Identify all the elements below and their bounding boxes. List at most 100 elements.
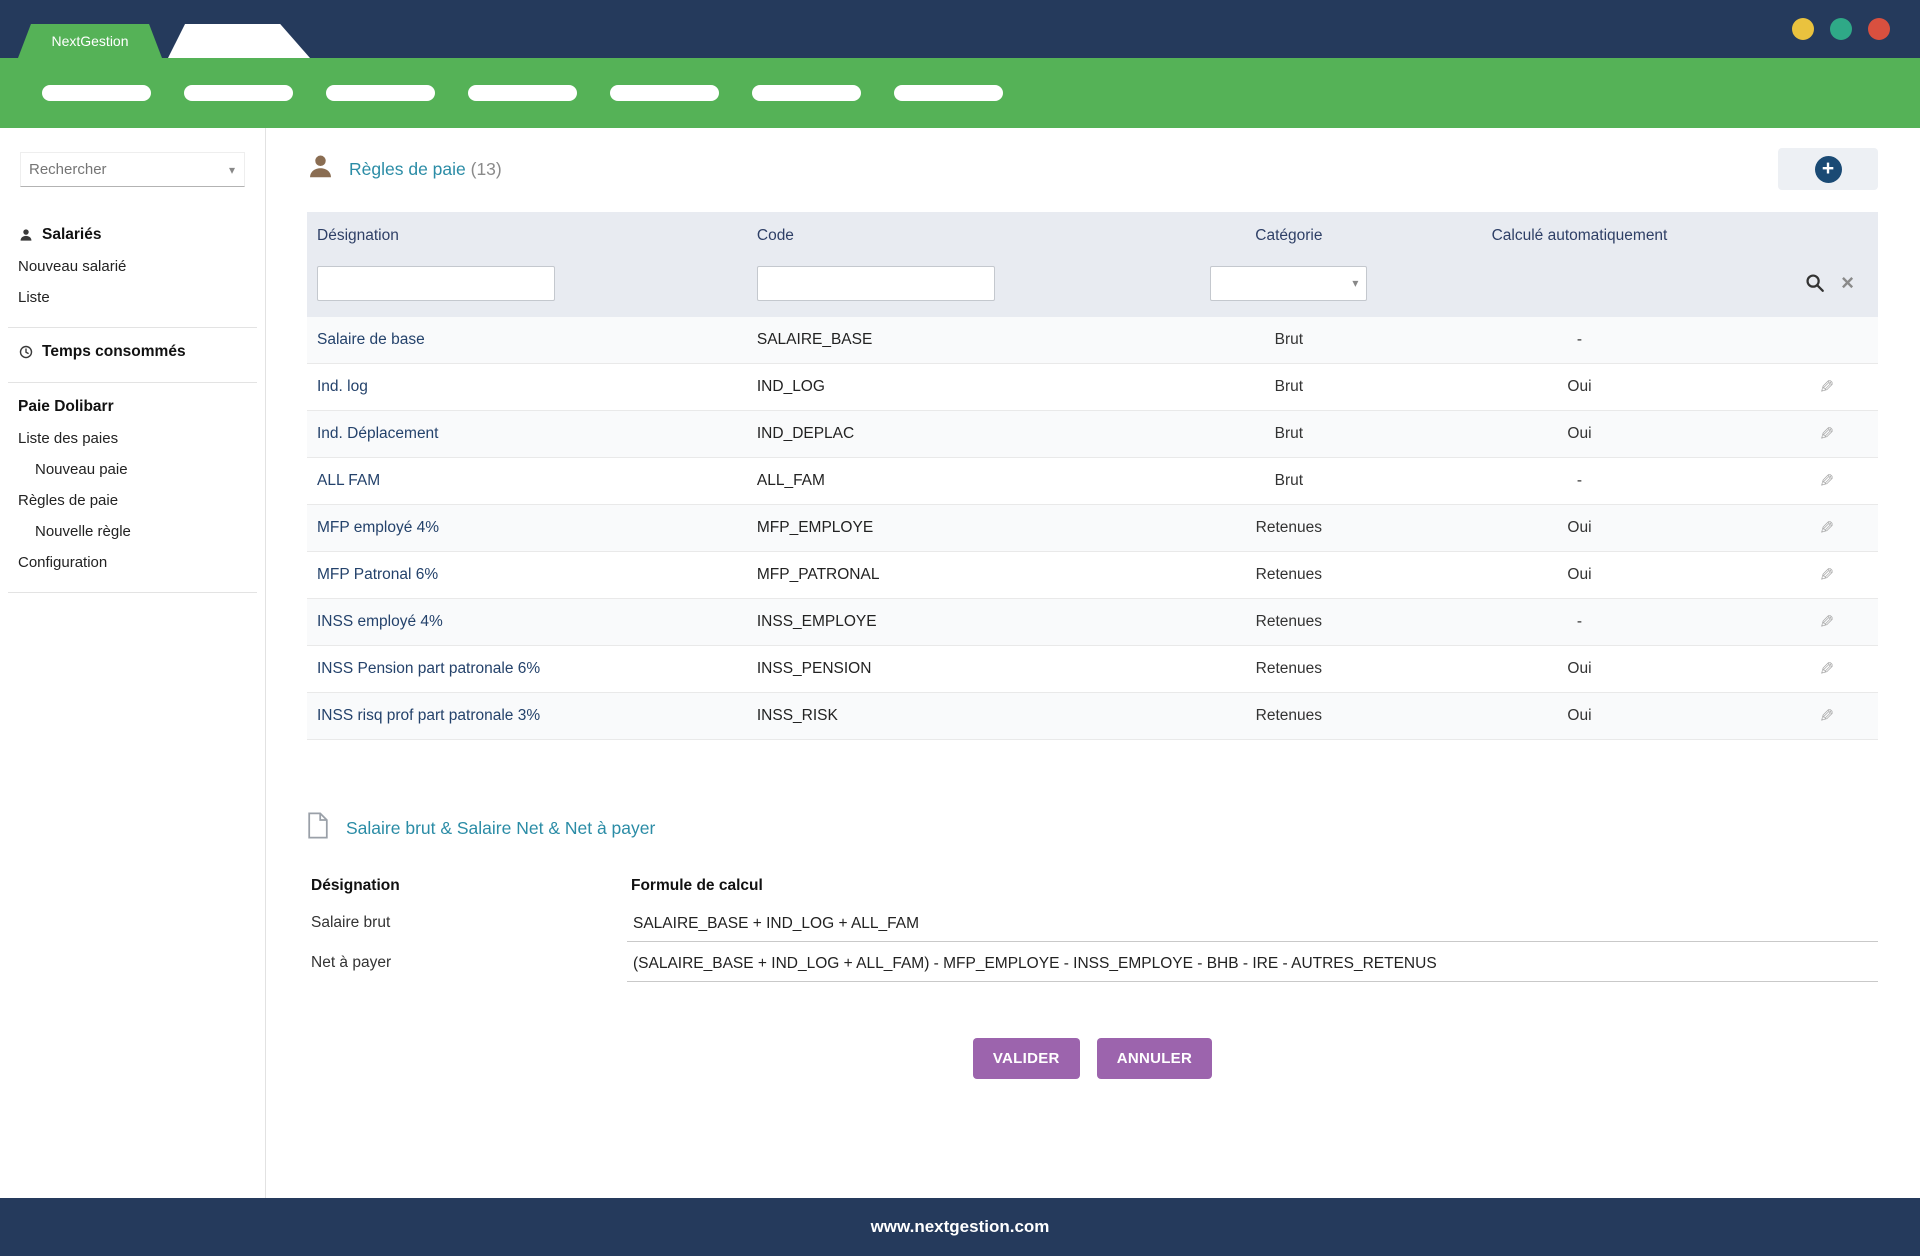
rule-code: IND_DEPLAC [747, 425, 1187, 443]
sidebar-search: ▾ [20, 152, 245, 187]
rule-actions-cell: ✎ [1768, 706, 1878, 727]
rule-designation-link[interactable]: MFP employé 4% [307, 519, 747, 537]
formula-row: Salaire brut [307, 904, 1878, 942]
edit-icon[interactable]: ✎ [1819, 377, 1834, 398]
menu-pill[interactable] [326, 85, 435, 101]
clock-icon [18, 345, 33, 359]
designation-filter-input[interactable] [317, 266, 555, 301]
rule-designation-link[interactable]: Salaire de base [307, 331, 747, 349]
rule-categorie: Brut [1187, 331, 1391, 349]
form-actions: VALIDER ANNULER [307, 1038, 1878, 1079]
rule-actions-cell: ✎ [1768, 659, 1878, 680]
sidebar-item-configuration[interactable]: Configuration [8, 547, 257, 578]
rules-table-body: Salaire de baseSALAIRE_BASEBrut-Ind. log… [307, 317, 1878, 740]
formula-input-net-a-payer[interactable] [627, 945, 1878, 982]
brand-label: NextGestion [51, 33, 128, 49]
rule-designation-link[interactable]: INSS Pension part patronale 6% [307, 660, 747, 678]
menu-pill[interactable] [42, 85, 151, 101]
rules-table-head: Désignation Code Catégorie Calculé autom… [307, 212, 1878, 317]
column-header-auto-calc: Calculé automatiquement [1391, 227, 1768, 245]
table-row: MFP employé 4%MFP_EMPLOYERetenuesOui✎ [307, 505, 1878, 552]
clear-filter-icon[interactable]: × [1841, 272, 1854, 294]
footer-link[interactable]: www.nextgestion.com [871, 1217, 1050, 1237]
main-layout: ▾ Salariés Nouveau salariéListe Temps cons… [0, 128, 1920, 1198]
secondary-tab[interactable] [168, 24, 310, 58]
rule-designation-link[interactable]: ALL FAM [307, 472, 747, 490]
rule-categorie: Retenues [1187, 519, 1391, 537]
user-icon [18, 228, 33, 242]
menu-pill[interactable] [184, 85, 293, 101]
sidebar-item-liste[interactable]: Liste [8, 282, 257, 313]
brand-tab[interactable]: NextGestion [18, 24, 162, 58]
rules-table: Désignation Code Catégorie Calculé autom… [307, 212, 1878, 740]
rule-designation-link[interactable]: INSS risq prof part patronale 3% [307, 707, 747, 725]
sidebar-group-salaries: Salariés Nouveau salariéListe [8, 211, 257, 328]
chevron-down-icon: ▾ [1352, 276, 1358, 290]
rule-auto-calc: Oui [1391, 660, 1768, 678]
sidebar-header-label: Salariés [42, 226, 101, 244]
rule-categorie: Retenues [1187, 660, 1391, 678]
formulas-table-body: Salaire brutNet à payer [307, 904, 1878, 982]
edit-icon[interactable]: ✎ [1819, 659, 1834, 680]
rule-auto-calc: - [1391, 613, 1768, 631]
rule-categorie: Retenues [1187, 707, 1391, 725]
menu-pill[interactable] [610, 85, 719, 101]
formula-label-net-a-payer: Net à payer [307, 944, 627, 982]
sidebar-item-temps-consommes[interactable]: Temps consommés [8, 336, 257, 368]
sidebar-item-nouveau-paie[interactable]: Nouveau paie [8, 454, 257, 485]
menu-pill[interactable] [894, 85, 1003, 101]
rule-categorie: Retenues [1187, 566, 1391, 584]
annuler-button[interactable]: ANNULER [1097, 1038, 1212, 1079]
formula-input-salaire-brut[interactable] [627, 905, 1878, 942]
edit-icon[interactable]: ✎ [1819, 706, 1834, 727]
menu-pill[interactable] [468, 85, 577, 101]
search-input[interactable] [21, 153, 244, 186]
code-filter-input[interactable] [757, 266, 995, 301]
minimize-button[interactable] [1792, 18, 1814, 40]
formula-label-salaire-brut: Salaire brut [307, 904, 627, 942]
rule-actions-cell: ✎ [1768, 518, 1878, 539]
rule-code: ALL_FAM [747, 472, 1187, 490]
rule-categorie: Brut [1187, 472, 1391, 490]
menu-pill[interactable] [752, 85, 861, 101]
rule-actions-cell: ✎ [1768, 424, 1878, 445]
app-window: NextGestion ▾ SalariésNouveau salariéLis… [0, 0, 1920, 1256]
add-rule-button[interactable]: + [1778, 148, 1878, 190]
edit-icon[interactable]: ✎ [1819, 612, 1834, 633]
close-button[interactable] [1868, 18, 1890, 40]
sidebar-header-label: Temps consommés [42, 343, 186, 361]
edit-icon[interactable]: ✎ [1819, 471, 1834, 492]
rule-code: SALAIRE_BASE [747, 331, 1187, 349]
edit-icon[interactable]: ✎ [1819, 424, 1834, 445]
sidebar-item-nouveau-salarie[interactable]: Nouveau salarié [8, 251, 257, 282]
table-row: INSS risq prof part patronale 3%INSS_RIS… [307, 693, 1878, 740]
main-content: Règles de paie (13) + Désignation Code C… [266, 128, 1920, 1198]
rule-auto-calc: - [1391, 331, 1768, 349]
rule-designation-link[interactable]: Ind. Déplacement [307, 425, 747, 443]
sidebar-item-paie-dolibarr[interactable]: Paie Dolibarr [8, 391, 257, 423]
search-icon[interactable] [1805, 273, 1825, 293]
formulas-title: Salaire brut & Salaire Net & Net à payer [346, 818, 655, 839]
rule-designation-link[interactable]: Ind. log [307, 378, 747, 396]
categorie-filter-select[interactable]: ▾ [1210, 266, 1367, 301]
employee-icon [307, 153, 334, 185]
sidebar-item-liste-des-paies[interactable]: Liste des paies [8, 423, 257, 454]
column-header-code: Code [747, 227, 1187, 245]
sidebar-item-salaries[interactable]: Salariés [8, 219, 257, 251]
table-row: ALL FAMALL_FAMBrut- ✎ [307, 458, 1878, 505]
rule-auto-calc: - [1391, 472, 1768, 490]
table-row: Ind. logIND_LOGBrutOui✎ [307, 364, 1878, 411]
sidebar-item-nouvelle-regle[interactable]: Nouvelle règle [8, 516, 257, 547]
maximize-button[interactable] [1830, 18, 1852, 40]
edit-icon[interactable]: ✎ [1819, 518, 1834, 539]
formulas-table-head: Désignation Formule de calcul [307, 868, 1878, 904]
edit-icon[interactable]: ✎ [1819, 565, 1834, 586]
valider-button[interactable]: VALIDER [973, 1038, 1080, 1079]
rule-actions-cell: ✎ [1768, 377, 1878, 398]
sidebar-group-temps-consommes: Temps consommés [8, 328, 257, 383]
rule-designation-link[interactable]: MFP Patronal 6% [307, 566, 747, 584]
table-row: INSS employé 4%INSS_EMPLOYERetenues-✎ [307, 599, 1878, 646]
rule-designation-link[interactable]: INSS employé 4% [307, 613, 747, 631]
sidebar-item-regles-de-paie[interactable]: Règles de paie [8, 485, 257, 516]
table-row: Ind. DéplacementIND_DEPLACBrutOui✎ [307, 411, 1878, 458]
